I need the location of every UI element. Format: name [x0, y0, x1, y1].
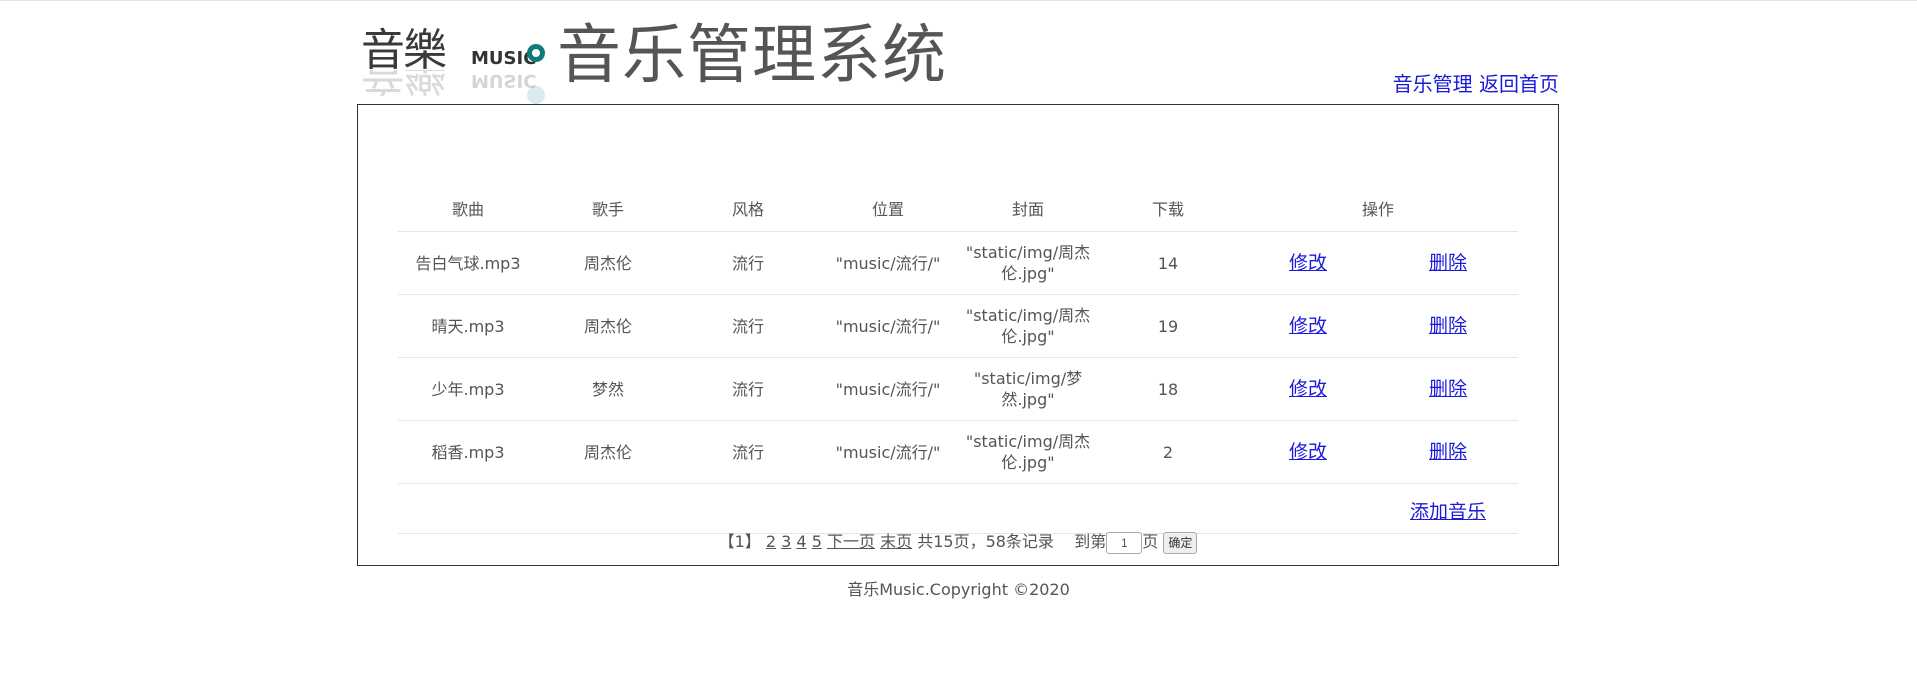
top-nav: 音乐管理 返回首页 [1393, 68, 1559, 97]
logo-text-reflection: 音樂 [361, 70, 445, 96]
page-header: 音樂 音樂 MUSIC MUSIC 音乐管理系统 音乐管理 返回首页 [357, 18, 1559, 104]
col-cover: 封面 [958, 185, 1098, 232]
cell-style: 流行 [678, 294, 818, 358]
cell-delete: 删除 [1378, 357, 1518, 421]
page-link-4[interactable]: 4 [796, 532, 806, 551]
col-style: 风格 [678, 185, 818, 232]
top-divider [0, 0, 1917, 1]
cell-location: "music/流行/" [818, 420, 958, 484]
table-row: 告白气球.mp3 周杰伦 流行 "music/流行/" "static/img/… [398, 231, 1518, 295]
disc-icon-reflection [527, 86, 545, 104]
cell-singer: 周杰伦 [538, 231, 678, 295]
music-table: 歌曲 歌手 风格 位置 封面 下载 操作 告白气球.mp3 周杰伦 流行 "mu… [398, 185, 1518, 484]
page-title: 音乐管理系统 [557, 19, 947, 93]
music-logo: 音樂 音樂 MUSIC MUSIC [361, 28, 557, 114]
table-row: 稻香.mp3 周杰伦 流行 "music/流行/" "static/img/周杰… [398, 420, 1518, 484]
logo-music-reflection: MUSIC [471, 70, 537, 91]
cell-delete: 删除 [1378, 231, 1518, 295]
disc-icon [527, 44, 545, 62]
cell-singer: 周杰伦 [538, 420, 678, 484]
cell-song: 晴天.mp3 [398, 294, 538, 358]
add-music-link[interactable]: 添加音乐 [1410, 497, 1486, 524]
cell-edit: 修改 [1238, 420, 1378, 484]
music-list-panel: 歌曲 歌手 风格 位置 封面 下载 操作 告白气球.mp3 周杰伦 流行 "mu… [357, 104, 1559, 566]
logo-text: 音樂 [361, 25, 447, 76]
cell-cover: "static/img/周杰伦.jpg" [958, 294, 1098, 358]
col-location: 位置 [818, 185, 958, 232]
nav-back-home[interactable]: 返回首页 [1479, 72, 1559, 96]
goto-prefix: 到第 [1074, 532, 1107, 551]
last-page-link[interactable]: 末页 [880, 532, 912, 551]
page-link-2[interactable]: 2 [766, 532, 776, 551]
page-summary: 共15页，58条记录 [917, 532, 1054, 551]
table-row: 少年.mp3 梦然 流行 "music/流行/" "static/img/梦然.… [398, 357, 1518, 421]
cell-edit: 修改 [1238, 294, 1378, 358]
cell-cover: "static/img/梦然.jpg" [958, 357, 1098, 421]
cell-location: "music/流行/" [818, 357, 958, 421]
edit-link[interactable]: 修改 [1289, 441, 1327, 463]
goto-page-input[interactable] [1106, 531, 1143, 554]
col-song: 歌曲 [398, 185, 538, 232]
col-downloads: 下载 [1098, 185, 1238, 232]
footer-copyright: 音乐Music.Copyright ©2020 [847, 580, 1070, 599]
delete-link[interactable]: 删除 [1429, 378, 1467, 400]
cell-style: 流行 [678, 420, 818, 484]
edit-link[interactable]: 修改 [1289, 378, 1327, 400]
cell-downloads: 14 [1098, 231, 1238, 295]
cell-downloads: 2 [1098, 420, 1238, 484]
cell-downloads: 19 [1098, 294, 1238, 358]
cell-cover: "static/img/周杰伦.jpg" [958, 420, 1098, 484]
goto-suffix: 页 [1142, 532, 1159, 551]
cell-delete: 删除 [1378, 420, 1518, 484]
cell-singer: 梦然 [538, 357, 678, 421]
col-actions: 操作 [1238, 185, 1518, 232]
cell-delete: 删除 [1378, 294, 1518, 358]
page-link-3[interactable]: 3 [781, 532, 791, 551]
cell-location: "music/流行/" [818, 294, 958, 358]
cell-style: 流行 [678, 231, 818, 295]
table-header-row: 歌曲 歌手 风格 位置 封面 下载 操作 [398, 185, 1518, 232]
cell-downloads: 18 [1098, 357, 1238, 421]
cell-song: 告白气球.mp3 [398, 231, 538, 295]
cell-singer: 周杰伦 [538, 294, 678, 358]
cell-song: 少年.mp3 [398, 357, 538, 421]
cell-location: "music/流行/" [818, 231, 958, 295]
next-page-link[interactable]: 下一页 [827, 532, 875, 551]
delete-link[interactable]: 删除 [1429, 252, 1467, 274]
cell-cover: "static/img/周杰伦.jpg" [958, 231, 1098, 295]
edit-link[interactable]: 修改 [1289, 252, 1327, 274]
current-page: 【1】 [718, 532, 761, 551]
edit-link[interactable]: 修改 [1289, 315, 1327, 337]
page-link-5[interactable]: 5 [812, 532, 822, 551]
cell-edit: 修改 [1238, 231, 1378, 295]
delete-link[interactable]: 删除 [1429, 441, 1467, 463]
confirm-button[interactable]: 确定 [1163, 531, 1198, 554]
col-singer: 歌手 [538, 185, 678, 232]
cell-style: 流行 [678, 357, 818, 421]
delete-link[interactable]: 删除 [1429, 315, 1467, 337]
table-row: 晴天.mp3 周杰伦 流行 "music/流行/" "static/img/周杰… [398, 294, 1518, 358]
cell-edit: 修改 [1238, 357, 1378, 421]
nav-music-management[interactable]: 音乐管理 [1393, 72, 1473, 96]
pagination: 【1】 2 3 4 5 下一页 末页 共15页，58条记录 到第 页 确定 [358, 525, 1558, 559]
cell-song: 稻香.mp3 [398, 420, 538, 484]
